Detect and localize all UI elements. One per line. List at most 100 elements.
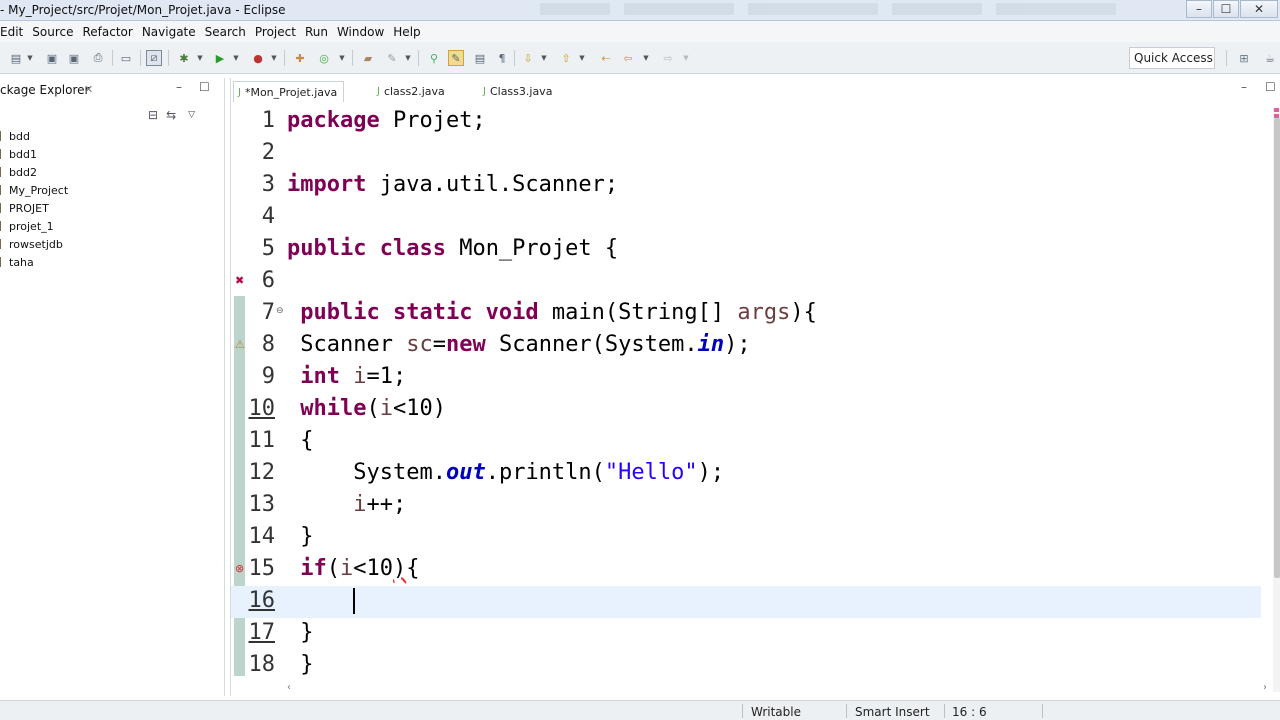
open-perspective-icon[interactable]: ⊞ xyxy=(1236,50,1252,66)
console-icon[interactable]: ▭ xyxy=(118,50,134,66)
new-java-project-icon[interactable]: ✚ xyxy=(292,50,308,66)
save-all-icon[interactable]: ▣ xyxy=(66,50,82,66)
insert-mode-status[interactable]: Smart Insert xyxy=(855,705,930,719)
search-icon[interactable]: ✎ xyxy=(384,50,400,66)
forward-dropdown-icon[interactable]: ▼ xyxy=(682,50,690,66)
code-line[interactable]: 14 } xyxy=(231,522,1261,554)
tab-class3-java[interactable]: J Class3.java xyxy=(479,81,558,102)
code-line[interactable]: 12 System.out.println("Hello"); xyxy=(231,458,1261,490)
last-edit-icon[interactable]: ⇠ xyxy=(598,50,614,66)
menu-search[interactable]: Search xyxy=(201,25,251,39)
collapse-all-icon[interactable]: ⊟ xyxy=(148,108,158,122)
code-line[interactable]: 9 int i=1; xyxy=(231,362,1261,394)
tree-item-taha[interactable]: taha xyxy=(0,253,68,271)
tree-item-projet[interactable]: PROJET xyxy=(0,199,68,217)
close-window-button[interactable]: ✕ xyxy=(1240,0,1278,18)
fold-toggle-icon[interactable]: ⊖ xyxy=(276,306,284,316)
menu-help[interactable]: Help xyxy=(389,25,425,39)
minimize-editor-icon[interactable]: – xyxy=(1241,80,1247,94)
menu-window[interactable]: Window xyxy=(333,25,389,39)
java-perspective-icon[interactable]: ☕ xyxy=(1262,50,1278,66)
scroll-right-icon[interactable]: › xyxy=(1263,682,1267,693)
new-icon[interactable]: ▤ xyxy=(8,50,24,66)
tree-item-projet-1[interactable]: projet_1 xyxy=(0,217,68,235)
scroll-left-icon[interactable]: ‹ xyxy=(287,682,291,693)
print-icon[interactable]: ⎙ xyxy=(90,50,106,66)
skip-breakpoints-icon[interactable]: ⧄ xyxy=(146,50,162,66)
next-annotation-icon[interactable]: ⇩ xyxy=(520,50,536,66)
tree-item-bdd[interactable]: bdd xyxy=(0,127,68,145)
menu-run[interactable]: Run xyxy=(301,25,333,39)
code-line[interactable]: 15 if(i<10){ xyxy=(231,554,1261,586)
horizontal-scrollbar[interactable]: ‹ › xyxy=(287,682,1267,694)
previous-annotation-dropdown-icon[interactable]: ▼ xyxy=(578,50,586,66)
minimize-window-button[interactable]: – xyxy=(1186,0,1212,18)
menu-navigate[interactable]: Navigate xyxy=(138,25,201,39)
overview-marker[interactable] xyxy=(1274,114,1279,118)
code-line[interactable]: 3 import java.util.Scanner; xyxy=(231,170,1261,202)
code-text: package Projet; xyxy=(287,108,486,133)
code-line[interactable]: 6 xyxy=(231,266,1261,298)
menu-project[interactable]: Project xyxy=(251,25,301,39)
tree-item-my-project[interactable]: My_Project xyxy=(0,181,68,199)
background-window-tabs xyxy=(540,3,1180,17)
java-file-icon: J xyxy=(377,86,380,97)
view-menu-icon[interactable]: ▽ xyxy=(188,110,195,122)
code-line[interactable]: 5 public class Mon_Projet { xyxy=(231,234,1261,266)
tree-item-bdd2[interactable]: bdd2 xyxy=(0,163,68,181)
code-line[interactable]: 11 { xyxy=(231,426,1261,458)
show-whitespace-chars-icon[interactable]: ¶ xyxy=(494,50,510,66)
maximize-window-button[interactable]: ☐ xyxy=(1213,0,1239,18)
menu-refactor[interactable]: Refactor xyxy=(78,25,137,39)
back-dropdown-icon[interactable]: ▼ xyxy=(642,50,650,66)
run-icon[interactable]: ▶ xyxy=(212,50,228,66)
open-type-icon[interactable]: ▰ xyxy=(360,50,376,66)
new-package-icon[interactable]: ◎ xyxy=(316,50,332,66)
back-icon[interactable]: ⇦ xyxy=(620,50,636,66)
minimize-view-icon[interactable]: – xyxy=(176,80,182,94)
close-icon[interactable]: ✕ xyxy=(84,83,93,96)
code-line[interactable]: 13 i++; xyxy=(231,490,1261,522)
quick-access-field[interactable]: Quick Access xyxy=(1129,47,1215,69)
search-dropdown-icon[interactable]: ▼ xyxy=(404,50,412,66)
line-number: 15 xyxy=(248,556,276,581)
tree-item-bdd1[interactable]: bdd1 xyxy=(0,145,68,163)
code-line[interactable]: 4 xyxy=(231,202,1261,234)
code-line[interactable]: 18 } xyxy=(231,650,1261,682)
project-icon xyxy=(0,221,6,231)
maximize-view-icon[interactable]: ☐ xyxy=(199,80,210,94)
menu-source[interactable]: Source xyxy=(28,25,78,39)
external-tools-dropdown-icon[interactable]: ▼ xyxy=(270,50,278,66)
code-line[interactable]: 8 Scanner sc=new Scanner(System.in); xyxy=(231,330,1261,362)
save-icon[interactable]: ▣ xyxy=(44,50,60,66)
previous-annotation-icon[interactable]: ⇧ xyxy=(558,50,574,66)
debug-icon[interactable]: ✱ xyxy=(176,50,192,66)
mark-occurrences-icon[interactable]: ⚲ xyxy=(426,50,442,66)
code-line[interactable]: 2 xyxy=(231,138,1261,170)
current-code-line[interactable]: 16 xyxy=(231,586,1261,618)
link-with-editor-icon[interactable]: ⇆ xyxy=(166,108,176,122)
forward-icon[interactable]: ⇨ xyxy=(660,50,676,66)
code-text: } xyxy=(287,652,314,677)
code-line[interactable]: 1 package Projet; xyxy=(231,106,1261,138)
overview-marker[interactable] xyxy=(1274,108,1279,112)
tab-class2-java[interactable]: J class2.java xyxy=(373,81,451,102)
overview-ruler[interactable] xyxy=(1272,108,1280,668)
code-line[interactable]: 17 } xyxy=(231,618,1261,650)
block-selection-icon[interactable]: ✎ xyxy=(448,50,464,66)
package-explorer-tab[interactable]: ckage Explorer xyxy=(0,83,89,97)
code-line[interactable]: 7 ⊖ public static void main(String[] arg… xyxy=(231,298,1261,330)
menu-edit[interactable]: Edit xyxy=(0,25,28,39)
new-class-dropdown-icon[interactable]: ▼ xyxy=(338,50,346,66)
next-annotation-dropdown-icon[interactable]: ▼ xyxy=(540,50,548,66)
debug-dropdown-icon[interactable]: ▼ xyxy=(196,50,204,66)
new-dropdown-icon[interactable]: ▼ xyxy=(26,50,34,66)
tree-item-rowsetjdb[interactable]: rowsetjdb xyxy=(0,235,68,253)
show-whitespace-icon[interactable]: ▤ xyxy=(472,50,488,66)
run-dropdown-icon[interactable]: ▼ xyxy=(232,50,240,66)
code-line[interactable]: 10 while(i<10) xyxy=(231,394,1261,426)
maximize-editor-icon[interactable]: ☐ xyxy=(1265,80,1276,94)
line-number: 17 xyxy=(248,620,276,645)
external-tools-icon[interactable]: ● xyxy=(250,50,266,66)
tab-mon-projet-java[interactable]: J *Mon_Projet.java xyxy=(233,81,345,102)
